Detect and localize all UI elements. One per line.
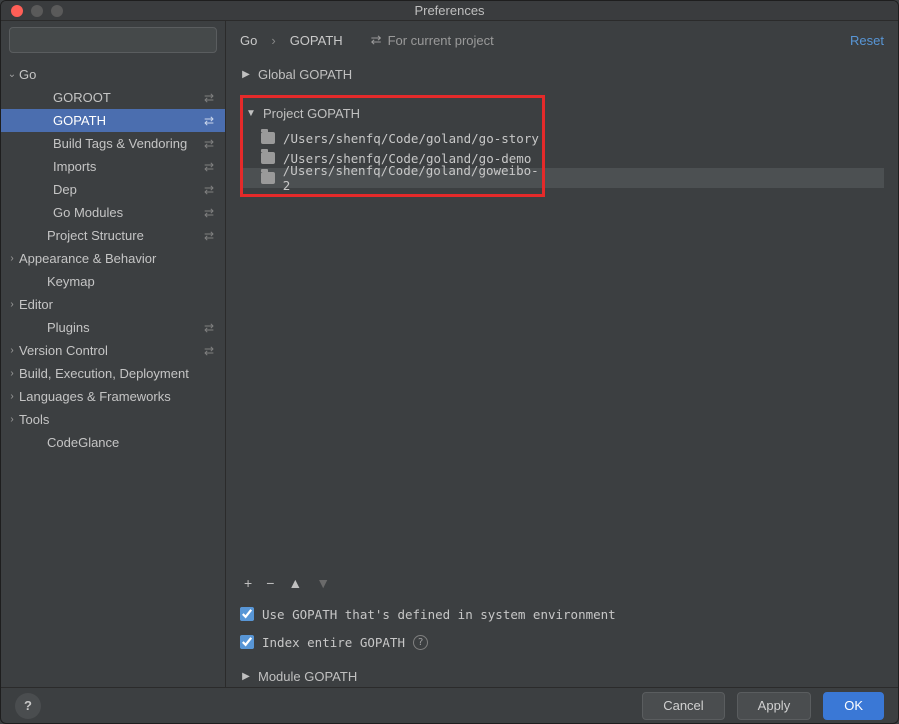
breadcrumb-part[interactable]: Go <box>240 33 257 48</box>
sidebar-item-dep[interactable]: Dep⇄ <box>1 178 225 201</box>
sidebar-item-label: Appearance & Behavior <box>19 251 201 266</box>
sidebar-item-appearance-behavior[interactable]: ›Appearance & Behavior <box>1 247 225 270</box>
sidebar-item-label: Version Control <box>19 343 201 358</box>
project-scope-icon: ⇄ <box>201 206 217 220</box>
sidebar-item-languages-frameworks[interactable]: ›Languages & Frameworks <box>1 385 225 408</box>
sidebar-item-keymap[interactable]: Keymap <box>1 270 225 293</box>
gopath-entry[interactable]: /Users/shenfq/Code/goland/goweibo-2 <box>243 168 542 188</box>
ok-button[interactable]: OK <box>823 692 884 720</box>
remove-path-button[interactable]: − <box>266 575 274 591</box>
sidebar-item-imports[interactable]: Imports⇄ <box>1 155 225 178</box>
folder-icon <box>261 152 275 164</box>
reset-link[interactable]: Reset <box>850 33 884 48</box>
project-scope-icon: ⇄ <box>201 321 217 335</box>
chevron-right-icon: › <box>5 414 19 425</box>
help-button[interactable]: ? <box>15 693 41 719</box>
folder-icon <box>261 172 275 184</box>
sidebar-item-project-structure[interactable]: Project Structure⇄ <box>1 224 225 247</box>
gopath-entry-path: /Users/shenfq/Code/goland/goweibo-2 <box>283 163 542 193</box>
move-up-button[interactable]: ▲ <box>288 575 302 591</box>
chevron-right-icon: › <box>5 253 19 264</box>
body: ⌕ ⌄GoGOROOT⇄GOPATH⇄Build Tags & Vendorin… <box>1 21 898 687</box>
sidebar-item-label: Project Structure <box>47 228 201 243</box>
cancel-button[interactable]: Cancel <box>642 692 724 720</box>
sidebar-item-tools[interactable]: ›Tools <box>1 408 225 431</box>
sidebar-item-label: Keymap <box>47 274 201 289</box>
project-scope-icon: ⇄ <box>371 32 382 48</box>
project-scope-icon: ⇄ <box>201 229 217 243</box>
sidebar-item-build-execution-deployment[interactable]: ›Build, Execution, Deployment <box>1 362 225 385</box>
content-area: ▶ Global GOPATH ▼ Project GOPATH /Users/… <box>226 59 898 687</box>
sidebar-item-label: Go <box>19 67 201 82</box>
sidebar-item-build-tags-vendoring[interactable]: Build Tags & Vendoring⇄ <box>1 132 225 155</box>
sidebar-item-plugins[interactable]: Plugins⇄ <box>1 316 225 339</box>
path-list-spacer <box>240 203 884 563</box>
chevron-right-icon: ▶ <box>240 671 252 682</box>
index-entire-gopath-checkbox-row[interactable]: Index entire GOPATH ? <box>240 631 884 653</box>
project-scope-icon: ⇄ <box>201 91 217 105</box>
annotation-highlight-box: ▼ Project GOPATH /Users/shenfq/Code/gola… <box>240 95 545 197</box>
sidebar-item-goroot[interactable]: GOROOT⇄ <box>1 86 225 109</box>
project-scope-icon: ⇄ <box>201 137 217 151</box>
sidebar-item-label: Build Tags & Vendoring <box>53 136 201 151</box>
titlebar: Preferences <box>1 1 898 21</box>
sidebar-item-label: Languages & Frameworks <box>19 389 201 404</box>
chevron-right-icon: › <box>5 391 19 402</box>
footer: ? Cancel Apply OK <box>1 687 898 723</box>
sidebar-item-label: GOROOT <box>53 90 201 105</box>
module-gopath-section-header[interactable]: ▶ Module GOPATH <box>240 665 884 687</box>
sidebar-item-version-control[interactable]: ›Version Control⇄ <box>1 339 225 362</box>
sidebar-item-label: Tools <box>19 412 201 427</box>
chevron-right-icon: ▶ <box>240 69 252 80</box>
sidebar-item-codeglance[interactable]: CodeGlance <box>1 431 225 454</box>
global-gopath-section-header[interactable]: ▶ Global GOPATH <box>240 63 884 85</box>
chevron-down-icon: ⌄ <box>5 69 19 80</box>
project-scope-icon: ⇄ <box>201 160 217 174</box>
project-scope-icon: ⇄ <box>201 344 217 358</box>
project-gopath-area: ▼ Project GOPATH /Users/shenfq/Code/gola… <box>240 91 884 197</box>
sidebar-item-label: Go Modules <box>53 205 201 220</box>
gopath-entry[interactable]: /Users/shenfq/Code/goland/go-story <box>243 128 542 148</box>
main-panel: Go › GOPATH ⇄ For current project Reset … <box>226 21 898 687</box>
project-gopath-list: /Users/shenfq/Code/goland/go-story/Users… <box>243 128 542 188</box>
breadcrumb-separator-icon: › <box>271 33 275 48</box>
for-current-project-label: ⇄ For current project <box>371 32 494 48</box>
sidebar-item-label: GOPATH <box>53 113 201 128</box>
sidebar-item-label: Dep <box>53 182 201 197</box>
sidebar-item-label: Editor <box>19 297 201 312</box>
sidebar-item-label: CodeGlance <box>47 435 201 450</box>
sidebar-item-go-modules[interactable]: Go Modules⇄ <box>1 201 225 224</box>
sidebar-item-label: Plugins <box>47 320 201 335</box>
chevron-down-icon: ▼ <box>245 108 257 119</box>
gopath-entry-path: /Users/shenfq/Code/goland/go-story <box>283 131 539 146</box>
project-gopath-section-header[interactable]: ▼ Project GOPATH <box>243 102 542 124</box>
use-system-gopath-checkbox-row[interactable]: Use GOPATH that's defined in system envi… <box>240 603 884 625</box>
sidebar-item-go[interactable]: ⌄Go <box>1 63 225 86</box>
chevron-right-icon: › <box>5 345 19 356</box>
preferences-window: Preferences ⌕ ⌄GoGOROOT⇄GOPATH⇄Build Tag… <box>0 0 899 724</box>
use-system-gopath-checkbox[interactable] <box>240 607 254 621</box>
chevron-right-icon: › <box>5 368 19 379</box>
index-entire-gopath-checkbox[interactable] <box>240 635 254 649</box>
breadcrumb-bar: Go › GOPATH ⇄ For current project Reset <box>226 21 898 59</box>
add-path-button[interactable]: + <box>244 575 252 591</box>
sidebar: ⌕ ⌄GoGOROOT⇄GOPATH⇄Build Tags & Vendorin… <box>1 21 226 687</box>
move-down-button[interactable]: ▼ <box>316 575 330 591</box>
apply-button[interactable]: Apply <box>737 692 812 720</box>
help-icon[interactable]: ? <box>413 635 428 650</box>
sidebar-item-label: Build, Execution, Deployment <box>19 366 201 381</box>
sidebar-item-gopath[interactable]: GOPATH⇄ <box>1 109 225 132</box>
folder-icon <box>261 132 275 144</box>
sidebar-item-label: Imports <box>53 159 201 174</box>
sidebar-item-editor[interactable]: ›Editor <box>1 293 225 316</box>
settings-tree: ⌄GoGOROOT⇄GOPATH⇄Build Tags & Vendoring⇄… <box>1 59 225 687</box>
path-list-toolbar: + − ▲ ▼ <box>240 569 884 597</box>
project-scope-icon: ⇄ <box>201 114 217 128</box>
breadcrumb-part[interactable]: GOPATH <box>290 33 343 48</box>
chevron-right-icon: › <box>5 299 19 310</box>
project-scope-icon: ⇄ <box>201 183 217 197</box>
search-input[interactable] <box>9 27 217 53</box>
window-title: Preferences <box>1 3 898 18</box>
